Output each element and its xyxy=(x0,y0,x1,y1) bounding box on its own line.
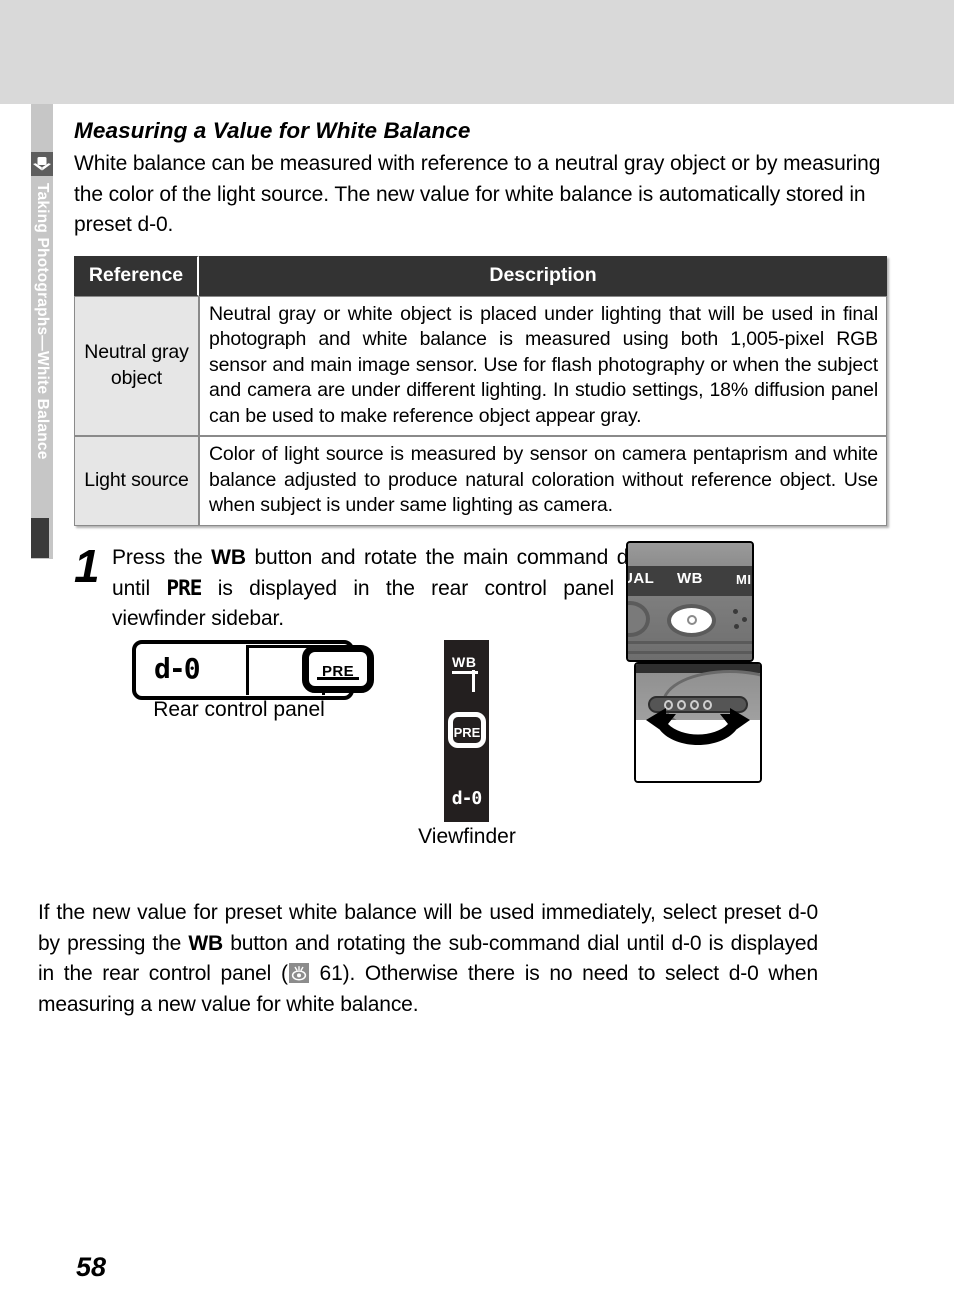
rear-panel-pre-label: PRE xyxy=(321,662,355,680)
step-block-1: 1 Press the WB button and rotate the mai… xyxy=(74,539,892,783)
viewfinder-pre-indicator: PRE xyxy=(448,711,486,748)
table-header-row: Reference Description xyxy=(74,255,887,296)
camera-label-mode: MI xyxy=(736,571,752,587)
page-top-band xyxy=(0,0,954,104)
rear-panel-value: d-0 xyxy=(154,651,201,685)
viewfinder-wb-label: WB xyxy=(452,653,478,674)
viewfinder-caption: Viewfinder xyxy=(418,824,516,848)
rear-control-panel-diagram: d-0 PRE xyxy=(132,639,374,700)
wb-button-bold-2: WB xyxy=(188,931,224,955)
viewfinder-tick-mark xyxy=(472,669,475,692)
rear-panel-caption: Rear control panel xyxy=(153,697,325,721)
wb-button-center-dot xyxy=(687,614,697,625)
step-instruction: Press the WB button and rotate the main … xyxy=(112,543,649,634)
page-content: Measuring a Value for White Balance Whit… xyxy=(74,118,892,860)
table-cell-description: Neutral gray or white object is placed u… xyxy=(199,295,887,436)
viewfinder-pre-label: PRE xyxy=(453,724,481,740)
camera-label-wb: WB xyxy=(677,569,703,587)
table-cell-reference: Neutral gray object xyxy=(74,295,199,436)
page-title: Measuring a Value for White Balance xyxy=(74,118,471,143)
viewfinder-sidebar-diagram: WB PRE d-0 xyxy=(444,639,489,822)
wb-button-bold-1: WB xyxy=(211,545,246,569)
chapter-tab-text: Taking Photographs—White Balance xyxy=(34,183,51,460)
camera-top-surface xyxy=(628,542,752,566)
intro-paragraph: White balance can be measured with refer… xyxy=(74,152,881,236)
lcd-diagram-group: d-0 PRE Rear control panel WB PRE d-0 Vi… xyxy=(74,639,892,860)
viewfinder-value: d-0 xyxy=(451,787,483,809)
table-header-reference: Reference xyxy=(74,255,199,296)
camera-label-qual: UAL xyxy=(628,569,655,587)
step-text-part1: Press the xyxy=(112,545,212,569)
table-cell-description: Color of light source is measured by sen… xyxy=(199,436,887,526)
table-cell-reference: Light source xyxy=(74,436,199,526)
table-header-description: Description xyxy=(199,255,887,296)
step-number: 1 xyxy=(74,539,100,592)
white-balance-reference-table: Reference Description Neutral gray objec… xyxy=(74,255,887,526)
rear-panel-pre-indicator: PRE xyxy=(302,644,374,693)
pre-lcd-glyph: PRE xyxy=(166,575,202,600)
chapter-tab-marker xyxy=(31,518,49,558)
viewfinder-eye-icon xyxy=(288,963,309,983)
page-number: 58 xyxy=(76,1252,107,1282)
closing-paragraph: If the new value for preset white balanc… xyxy=(38,898,818,1020)
chapter-tab-label: Taking Photographs—White Balance xyxy=(31,183,53,553)
camera-icon xyxy=(31,152,53,176)
table-row: Neutral gray object Neutral gray or whit… xyxy=(74,295,887,436)
table-row: Light source Color of light source is me… xyxy=(74,436,887,526)
